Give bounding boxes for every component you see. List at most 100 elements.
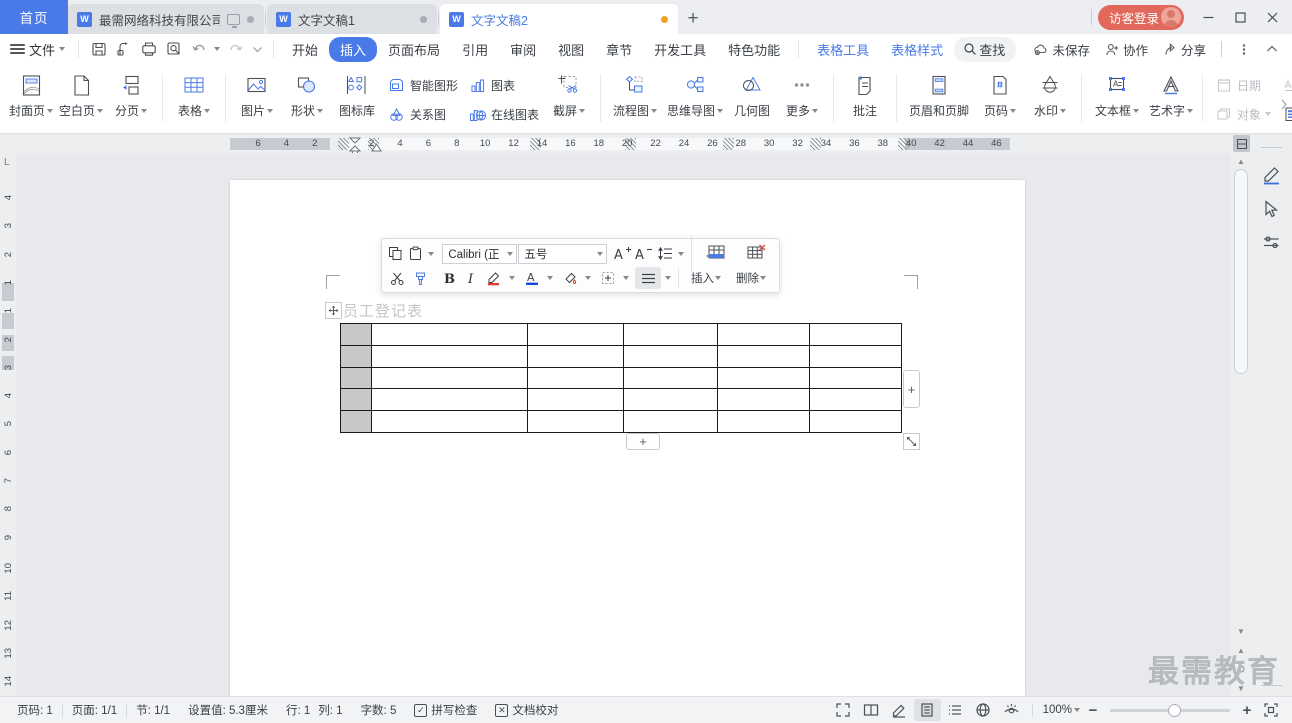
shrink-font-button[interactable]: A bbox=[634, 243, 654, 265]
search-button[interactable]: 查找 bbox=[954, 36, 1017, 62]
ribbon-tab-review[interactable]: 审阅 bbox=[499, 37, 547, 62]
grow-font-button[interactable]: A bbox=[613, 243, 633, 265]
blank-page-button[interactable]: 空白页 bbox=[56, 67, 106, 129]
home-tab[interactable]: 首页 bbox=[0, 0, 68, 34]
eye-protection-button[interactable] bbox=[998, 699, 1025, 721]
page-layout-view-button[interactable] bbox=[913, 699, 941, 721]
borders-button[interactable] bbox=[597, 267, 619, 289]
table-row[interactable] bbox=[340, 366, 902, 390]
date-button[interactable]: 日期 bbox=[1209, 73, 1276, 98]
ribbon-overflow-button[interactable] bbox=[1280, 98, 1288, 111]
table-cell[interactable] bbox=[717, 344, 810, 368]
more-insert-button[interactable]: 更多 bbox=[777, 67, 827, 129]
font-size-combo[interactable]: 五号 bbox=[518, 243, 607, 264]
print-preview-icon[interactable] bbox=[161, 37, 186, 61]
save-as-icon[interactable] bbox=[111, 37, 136, 61]
zoom-slider[interactable] bbox=[1110, 703, 1230, 717]
save-icon[interactable] bbox=[86, 37, 111, 61]
save-state-button[interactable]: 未保存 bbox=[1027, 38, 1096, 61]
ribbon-tab-references[interactable]: 引用 bbox=[451, 37, 499, 62]
guest-login-button[interactable]: 访客登录 bbox=[1097, 4, 1184, 30]
floating-mini-toolbar[interactable]: Calibri (正 五号 A A B I A 插入 删除 bbox=[381, 234, 780, 293]
zoom-in-button[interactable]: + bbox=[1238, 702, 1256, 719]
relation-chart-button[interactable]: 关系图 bbox=[382, 102, 463, 127]
horizontal-ruler[interactable]: 6 4 2 2 4 6 8 10 12 14 16 18 20 22 24 26 28 30 32 34 36 38 40 4… bbox=[0, 135, 1231, 153]
tab-type-indicator[interactable]: L bbox=[4, 157, 10, 168]
flowchart-button[interactable]: 流程图 bbox=[607, 67, 663, 129]
table-cell[interactable] bbox=[623, 344, 718, 368]
line-spacing-caret[interactable] bbox=[676, 243, 686, 265]
ribbon-tab-table-tools[interactable]: 表格工具 bbox=[806, 37, 880, 62]
print-icon[interactable] bbox=[136, 37, 161, 61]
mindmap-button[interactable]: 思维导图 bbox=[663, 67, 727, 129]
wordart-button[interactable]: 艺术字 bbox=[1146, 67, 1196, 129]
zoom-slider-knob[interactable] bbox=[1167, 703, 1181, 717]
align-caret[interactable] bbox=[662, 267, 673, 289]
table-cell[interactable] bbox=[623, 410, 718, 433]
page-number[interactable]: 页码: 1 bbox=[8, 702, 62, 718]
table-row[interactable] bbox=[340, 388, 902, 412]
tab-1-status-dot[interactable] bbox=[247, 15, 254, 23]
page-number-button[interactable]: 页码 bbox=[975, 67, 1025, 129]
table-cell[interactable] bbox=[717, 366, 810, 390]
font-color-button[interactable]: A bbox=[521, 267, 543, 289]
cell-shading-button[interactable] bbox=[559, 267, 581, 289]
font-color-caret[interactable] bbox=[544, 267, 555, 289]
watermark-button[interactable]: 水印 bbox=[1025, 67, 1075, 129]
table-cell[interactable] bbox=[809, 388, 902, 412]
table-cell[interactable] bbox=[371, 344, 528, 368]
scroll-down-arrow[interactable]: ▼ bbox=[1231, 624, 1251, 638]
row-indicator[interactable]: 行: 1 bbox=[277, 702, 314, 718]
spell-check-toggle[interactable]: ✓ 拼写检查 bbox=[405, 702, 486, 718]
present-screen-icon[interactable] bbox=[227, 13, 240, 28]
column-indicator[interactable]: 列: 1 bbox=[314, 702, 351, 718]
ribbon-tab-insert[interactable]: 插入 bbox=[329, 36, 378, 62]
undo-icon[interactable] bbox=[186, 37, 211, 61]
table-cell[interactable] bbox=[527, 323, 624, 346]
table-button[interactable]: 表格 bbox=[169, 67, 219, 129]
ribbon-tab-special-features[interactable]: 特色功能 bbox=[717, 37, 791, 62]
table-cell[interactable] bbox=[371, 323, 528, 346]
collapse-ribbon-button[interactable] bbox=[1259, 37, 1284, 61]
drop-cap-button[interactable]: 首字下沉 bbox=[1276, 73, 1292, 98]
italic-button[interactable]: I bbox=[460, 267, 482, 289]
share-button[interactable]: 分享 bbox=[1157, 38, 1212, 61]
object-button[interactable]: 对象 bbox=[1209, 102, 1276, 127]
table-row[interactable] bbox=[340, 410, 902, 433]
doc-proofread-toggle[interactable]: ✕ 文档校对 bbox=[486, 702, 567, 718]
ruler-tab-stop[interactable] bbox=[723, 138, 734, 150]
redo-icon[interactable] bbox=[223, 37, 248, 61]
ribbon-tab-developer[interactable]: 开发工具 bbox=[643, 37, 717, 62]
paste-button[interactable] bbox=[406, 243, 425, 265]
section[interactable]: 节: 1/1 bbox=[127, 702, 179, 718]
highlight-color-button[interactable] bbox=[483, 267, 505, 289]
table-cell[interactable] bbox=[371, 410, 528, 433]
vertical-ruler[interactable]: L 43211234567891011121314151617181920 bbox=[0, 153, 16, 696]
maximize-button[interactable] bbox=[1224, 2, 1256, 32]
collaborate-button[interactable]: 协作 bbox=[1099, 38, 1154, 61]
scroll-up-arrow[interactable]: ▲ bbox=[1231, 154, 1251, 168]
table-row[interactable] bbox=[340, 323, 902, 346]
word-count[interactable]: 字数: 5 bbox=[352, 702, 406, 718]
table-cell-selected[interactable] bbox=[340, 410, 372, 433]
icon-library-button[interactable]: 图标库 bbox=[332, 67, 382, 129]
cut-button[interactable] bbox=[386, 267, 408, 289]
delete-cells-button[interactable] bbox=[736, 244, 775, 263]
delete-cells-label-wrap[interactable]: 删除 bbox=[729, 270, 773, 286]
table-row[interactable] bbox=[340, 344, 902, 368]
table-cell[interactable] bbox=[527, 344, 624, 368]
minimize-button[interactable] bbox=[1192, 2, 1224, 32]
web-layout-view-button[interactable] bbox=[970, 699, 997, 721]
more-vertical-icon[interactable] bbox=[1231, 37, 1256, 61]
file-menu-button[interactable]: 文件 bbox=[6, 40, 71, 59]
table-cell[interactable] bbox=[527, 410, 624, 433]
textbox-button[interactable]: A 文本框 bbox=[1088, 67, 1146, 129]
table-cell[interactable] bbox=[371, 366, 528, 390]
select-tool-button[interactable] bbox=[1257, 191, 1287, 225]
table-cell[interactable] bbox=[809, 366, 902, 390]
line-spacing-button[interactable] bbox=[655, 243, 675, 265]
comment-button[interactable]: 批注 bbox=[840, 67, 890, 129]
borders-caret[interactable] bbox=[620, 267, 631, 289]
close-button[interactable] bbox=[1256, 2, 1288, 32]
fullscreen-view-button[interactable] bbox=[830, 699, 857, 721]
